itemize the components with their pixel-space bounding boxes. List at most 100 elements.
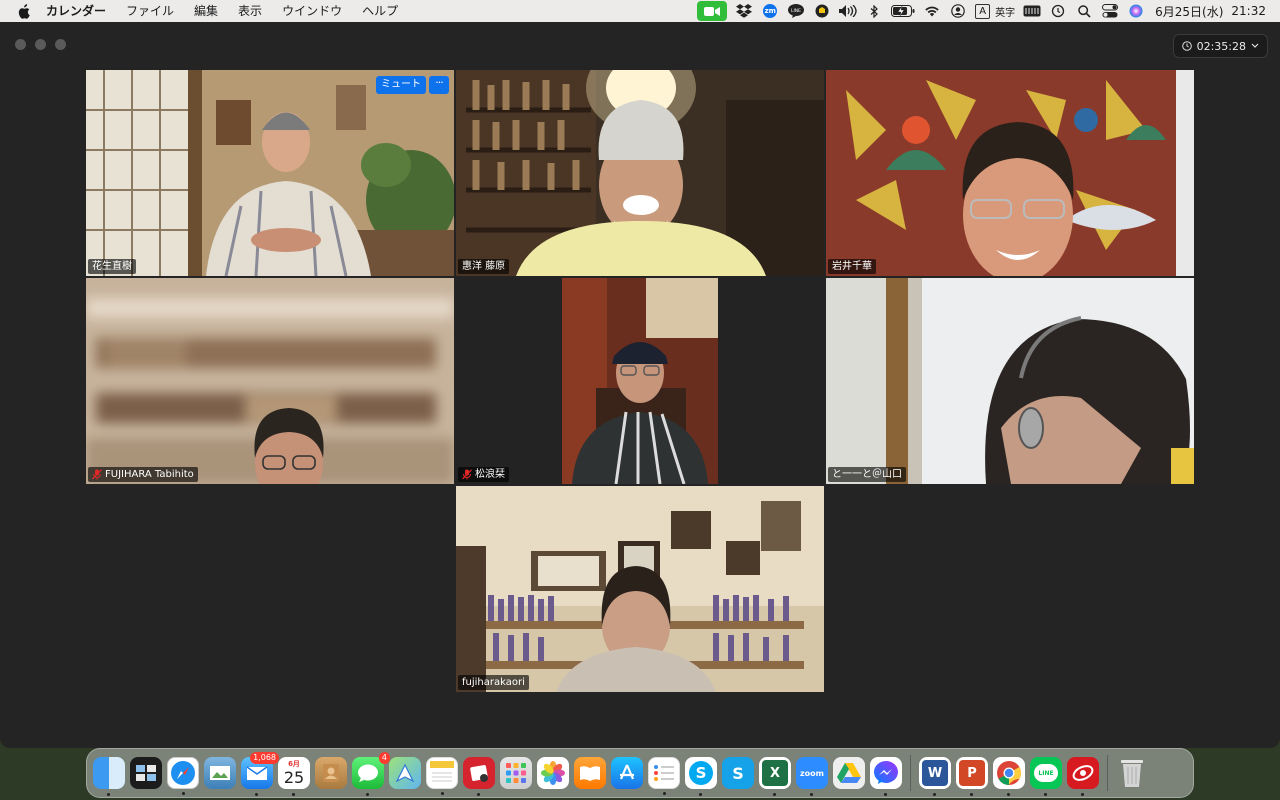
antivirus-app-icon[interactable]	[1067, 757, 1099, 796]
messages-icon[interactable]: 4	[352, 752, 390, 796]
zoom-meeting-window: 02:35:28 ミュート ··· 花生直樹 惠洋 藤原 岩井千華 FUJIHA…	[0, 22, 1280, 748]
siri-icon[interactable]	[1123, 0, 1149, 22]
skype-business-icon[interactable]: S	[722, 757, 754, 789]
participant-name: fujiharakaori	[462, 677, 525, 688]
ppt-label: P	[959, 760, 985, 786]
trash-icon[interactable]	[1116, 757, 1148, 789]
messenger-icon[interactable]	[870, 757, 902, 796]
svg-text:S: S	[696, 764, 707, 782]
dock: 1,068 6月 25 4 S S X zoom W P LINE	[86, 748, 1194, 798]
line-menubar-icon[interactable]: LINE	[783, 0, 809, 22]
photos-icon[interactable]	[537, 757, 569, 789]
word-label: W	[922, 760, 948, 786]
time-machine-icon[interactable]	[1045, 0, 1071, 22]
participant-name-label: fujiharakaori	[458, 675, 529, 690]
participant-video-feed	[456, 70, 824, 276]
participant-name: 花生直樹	[92, 261, 132, 272]
maps-icon[interactable]	[389, 757, 421, 789]
books-icon[interactable]	[574, 757, 606, 789]
meeting-timer[interactable]: 02:35:28	[1172, 34, 1268, 58]
battery-icon[interactable]	[887, 0, 919, 22]
bluetooth-icon[interactable]	[861, 0, 887, 22]
launchpad-icon[interactable]	[500, 757, 532, 789]
participant-name-label: 岩井千華	[828, 259, 876, 274]
participant-video-feed	[826, 70, 1194, 276]
excel-icon[interactable]: X	[759, 757, 791, 796]
dropbox-icon[interactable]	[731, 0, 757, 22]
svg-text:LINE: LINE	[791, 8, 801, 14]
safari-icon[interactable]	[167, 757, 199, 795]
input-mode-label: 英字	[995, 7, 1016, 19]
video-tile-active-speaker[interactable]: と一一と＠山口	[826, 278, 1194, 484]
notes-icon[interactable]	[426, 757, 458, 795]
calendar-icon[interactable]: 6月 25	[278, 757, 310, 796]
participant-name-label: FUJIHARA Tabihito	[88, 467, 198, 482]
participant-name: 惠洋 藤原	[462, 261, 506, 272]
notification-app-icon[interactable]	[809, 0, 835, 22]
powerpoint-icon[interactable]: P	[956, 757, 988, 796]
video-tile[interactable]: fujiharakaori	[456, 486, 824, 692]
skype-label: S	[732, 763, 744, 783]
reminders-icon[interactable]	[648, 757, 680, 795]
line-label: LINE	[1034, 764, 1058, 782]
excel-label: X	[762, 760, 788, 786]
menu-file[interactable]: ファイル	[116, 0, 184, 22]
participant-name-label: 花生直樹	[88, 259, 136, 274]
mail-unread-badge: 1,068	[250, 752, 279, 764]
participant-video-feed	[826, 278, 1194, 484]
participant-name: 松浪栞	[475, 469, 505, 480]
line-app-icon[interactable]: LINE	[1030, 757, 1062, 796]
zoom-meeting-status-icon[interactable]	[693, 0, 731, 22]
video-tile[interactable]: 松浪栞	[456, 278, 824, 484]
word-icon[interactable]: W	[919, 757, 951, 796]
preview-icon[interactable]	[204, 757, 236, 789]
input-source[interactable]: A 英字	[971, 0, 1019, 22]
contacts-icon[interactable]	[315, 757, 347, 789]
menu-help[interactable]: ヘルプ	[352, 0, 408, 22]
mail-icon[interactable]: 1,068	[241, 752, 279, 796]
app-store-icon[interactable]	[611, 757, 643, 789]
mission-control-icon[interactable]	[130, 757, 162, 789]
finder-icon[interactable]	[93, 757, 125, 796]
chevron-down-icon	[1251, 43, 1259, 48]
menu-calendar[interactable]: カレンダー	[36, 0, 116, 22]
calendar-day: 25	[283, 767, 305, 787]
search-icon[interactable]	[1071, 0, 1097, 22]
volume-icon[interactable]	[835, 0, 861, 22]
zoom-window-button[interactable]	[55, 39, 66, 50]
menubar-date[interactable]: 6月25日(水)	[1149, 0, 1229, 22]
menu-window[interactable]: ウインドウ	[272, 0, 352, 22]
menu-view[interactable]: 表示	[228, 0, 272, 22]
close-window-button[interactable]	[15, 39, 26, 50]
clock-icon	[1181, 41, 1192, 51]
video-tile[interactable]: FUJIHARA Tabihito	[86, 278, 454, 484]
wifi-icon[interactable]	[919, 0, 945, 22]
mic-muted-icon	[462, 469, 472, 480]
keyboard-menu-icon[interactable]	[1019, 0, 1045, 22]
google-drive-icon[interactable]	[833, 757, 865, 789]
user-account-icon[interactable]	[945, 0, 971, 22]
photo-booth-icon[interactable]	[463, 757, 495, 796]
zoom-app-icon[interactable]: zoom	[796, 757, 828, 796]
participant-name: 岩井千華	[832, 261, 872, 272]
participant-name: と一一と＠山口	[832, 469, 902, 480]
minimize-window-button[interactable]	[35, 39, 46, 50]
video-tile[interactable]: 岩井千華	[826, 70, 1194, 276]
mute-participant-button[interactable]: ミュート	[376, 76, 426, 94]
apple-icon[interactable]	[16, 3, 30, 19]
control-center-icon[interactable]	[1097, 0, 1123, 22]
more-options-button[interactable]: ···	[429, 76, 449, 94]
dock-separator	[910, 755, 911, 791]
participant-video-feed	[456, 486, 824, 692]
participant-video-feed	[86, 70, 454, 276]
zoom-menubar-icon[interactable]: zm	[757, 0, 783, 22]
menubar-time[interactable]: 21:32	[1229, 0, 1272, 22]
menu-edit[interactable]: 編集	[184, 0, 228, 22]
meeting-elapsed-time: 02:35:28	[1196, 39, 1246, 53]
video-tile[interactable]: ミュート ··· 花生直樹	[86, 70, 454, 276]
participant-name-label: 松浪栞	[458, 467, 509, 482]
participant-video-feed	[86, 278, 454, 484]
video-tile[interactable]: 惠洋 藤原	[456, 70, 824, 276]
skype-icon[interactable]: S	[685, 757, 717, 796]
chrome-icon[interactable]	[993, 757, 1025, 796]
